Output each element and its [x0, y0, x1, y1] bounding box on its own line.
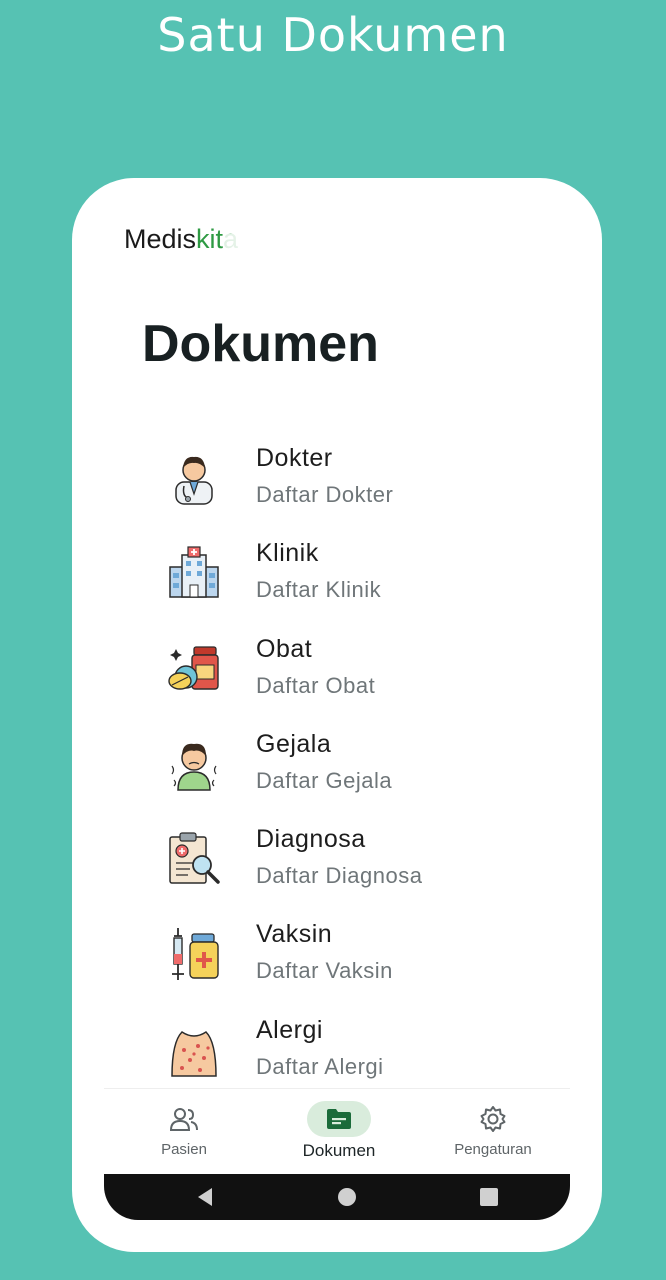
item-subtitle: Daftar Gejala [256, 767, 393, 793]
item-title: Diagnosa [256, 825, 366, 854]
item-subtitle: Daftar Dokter [256, 482, 394, 507]
list-item-gejala[interactable]: Gejala Daftar Gejala [166, 730, 546, 825]
appbar-overlay [224, 234, 564, 274]
app-screen: Mediskita Dokumen Dokter Daftar Dokter K… [104, 198, 570, 1220]
symptom-icon [166, 736, 222, 792]
item-subtitle: Daftar Alergi [256, 1053, 384, 1079]
brand-prefix: Medis [124, 224, 197, 254]
item-title: Obat [256, 634, 313, 663]
home-icon[interactable] [336, 1186, 358, 1212]
phone-frame: Mediskita Dokumen Dokter Daftar Dokter K… [72, 178, 602, 1252]
nav-pasien[interactable]: Pasien [109, 1101, 259, 1158]
nav-dokumen[interactable]: Dokumen [264, 1101, 414, 1161]
item-title: Vaksin [256, 920, 333, 949]
nav-pengaturan[interactable]: Pengaturan [418, 1101, 568, 1158]
promo-headline: Satu Dokumen [157, 8, 509, 62]
system-navigation-bar [104, 1174, 570, 1220]
bottom-navigation: Pasien Dokumen Pengaturan [104, 1088, 570, 1174]
back-icon[interactable] [194, 1186, 216, 1212]
recents-icon[interactable] [478, 1186, 500, 1212]
item-subtitle: Daftar Vaksin [256, 958, 393, 984]
nav-label: Dokumen [302, 1141, 376, 1160]
gear-icon [461, 1101, 525, 1137]
nav-label: Pengaturan [454, 1141, 532, 1158]
folder-icon [307, 1101, 371, 1137]
item-title: Klinik [256, 539, 319, 568]
app-brand: Mediskita [124, 224, 238, 255]
list-item-obat[interactable]: Obat Daftar Obat [166, 635, 546, 730]
item-subtitle: Daftar Obat [256, 672, 376, 698]
list-item-dokter[interactable]: Dokter Daftar Dokter [166, 444, 546, 539]
item-title: Alergi [256, 1015, 323, 1044]
document-list: Dokter Daftar Dokter Klinik Daftar Klini… [166, 444, 546, 1111]
nav-label: Pasien [161, 1141, 207, 1158]
doctor-icon [166, 450, 222, 506]
item-title: Gejala [256, 729, 332, 758]
item-title: Dokter [256, 444, 333, 472]
diagnosis-icon [166, 831, 222, 887]
list-item-vaksin[interactable]: Vaksin Daftar Vaksin [166, 920, 546, 1015]
item-subtitle: Daftar Diagnosa [256, 863, 423, 889]
item-subtitle: Daftar Klinik [256, 577, 382, 603]
page-title: Dokumen [142, 315, 379, 373]
list-item-diagnosa[interactable]: Diagnosa Daftar Diagnosa [166, 825, 546, 920]
people-icon [152, 1101, 216, 1137]
medicine-icon [166, 641, 222, 697]
allergy-icon [166, 1022, 222, 1078]
list-item-klinik[interactable]: Klinik Daftar Klinik [166, 539, 546, 634]
clinic-icon [166, 545, 222, 601]
vaccine-icon [166, 926, 222, 982]
